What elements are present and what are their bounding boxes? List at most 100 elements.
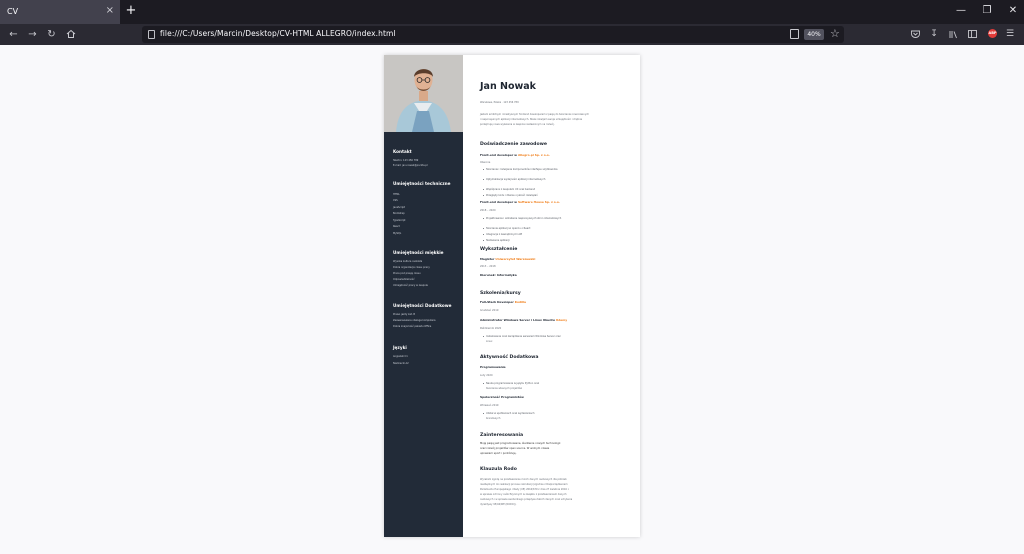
soft-item: Dobra organizacja czasu pracy <box>393 266 430 269</box>
close-window-button[interactable]: ✕ <box>1005 4 1021 18</box>
interests-title: Zainteresowania <box>480 433 524 438</box>
pocket-icon[interactable] <box>908 27 922 42</box>
extra-item: Zaawansowana obsługa komputera <box>393 319 436 322</box>
education-degree: Magister Uniwersytet Warszawski <box>480 257 535 261</box>
minimize-button[interactable]: — <box>953 4 969 18</box>
reader-view-icon[interactable] <box>790 29 799 39</box>
adblock-extension-icon[interactable]: ABP <box>988 29 997 38</box>
new-tab-button[interactable]: + <box>124 4 138 18</box>
course1-name: Full-Stack Developer <box>480 300 514 304</box>
course2-date: Październik 2020 <box>480 327 502 330</box>
course2: Administrator Windows Server i Linux Ubu… <box>480 318 567 322</box>
job2-company: Software House Sp. z o.o. <box>517 200 560 204</box>
job1-company: Allegro.pl Sp. z o.o. <box>517 153 550 157</box>
intro-line: Jestem ambitnym i kreatywnym frontend de… <box>480 113 590 116</box>
act1-date: Luty 2020 <box>480 374 493 377</box>
cv-name: Jan Nowak <box>480 81 536 92</box>
edu-degree: Magister <box>480 257 495 261</box>
rodo-line: dyrektywy 95/46/WE (RODO)). <box>480 503 517 506</box>
sidebar-icon[interactable] <box>965 27 979 42</box>
soft-item: Odpowiedzialność <box>393 278 415 281</box>
tab-cv[interactable]: CV × <box>0 0 120 24</box>
job1-date: Obecnie <box>480 161 491 164</box>
intro-line: i responsywnych aplikacji internetowych.… <box>480 118 583 121</box>
url-text[interactable]: file:///C:/Users/Marcin/Desktop/CV-HTML … <box>160 29 396 38</box>
course2-bullet-cont: Linux <box>486 340 493 343</box>
tech-item: React <box>393 225 400 228</box>
job1-bullet: Optymalizacja wydajności aplikacji inter… <box>482 178 546 181</box>
downloads-icon[interactable]: ↧ <box>927 27 941 42</box>
education-title: Wykształcenie <box>480 247 518 252</box>
soft-item: Umiejętność pracy w zespole <box>393 284 428 287</box>
job2-role: Front-end developer w <box>480 200 517 204</box>
act1-title: Programowanie <box>480 365 506 369</box>
act2-bullet: Udział w spotkaniach oraz wydarzeniach <box>482 412 535 415</box>
extra-item: Prawo jazdy kat. B <box>393 313 416 316</box>
tech-item: TypeScript <box>393 219 406 222</box>
act1-bullet: Nauka programowania w języku Python oraz <box>482 382 540 385</box>
back-arrow-icon[interactable]: ← <box>6 27 21 42</box>
navigation-toolbar: ← → ↻ file:///C:/Users/Marcin/Desktop/CV… <box>0 24 1024 45</box>
cv-sidebar: Kontakt Telefon: 123 456 789 E-mail: jan… <box>384 55 463 537</box>
interests-line: Moją pasją jest programowanie, śledzenie… <box>480 442 561 445</box>
rodo-line: osobowych i w sprawie swobodnego przepły… <box>480 498 573 501</box>
job2-bullet: Projektowanie i wdrażanie responsywnych … <box>482 217 562 220</box>
rodo-line: Parlamentu Europejskiego i Rady (UE) 201… <box>480 488 570 491</box>
rodo-line: niezbędnych do realizacji procesu rekrut… <box>480 483 568 486</box>
tab-close-icon[interactable]: × <box>106 5 114 17</box>
job1-bullet: Tworzenie i rozwijanie komponentów inter… <box>482 168 558 171</box>
rodo-title: Klauzula Rodo <box>480 467 517 472</box>
sidebar-tech-title: Umiejętności techniczne <box>393 181 451 186</box>
course2-name: Administrator Windows Server i Linux Ubu… <box>480 318 555 322</box>
home-icon[interactable] <box>63 27 78 42</box>
tech-item: CSS <box>393 199 398 202</box>
cv-document: Kontakt Telefon: 123 456 789 E-mail: jan… <box>384 55 640 537</box>
sidebar-contact-phone: Telefon: 123 456 789 <box>393 159 419 162</box>
course1-date: Grudzień 2019 <box>480 309 499 312</box>
job1-title: Front-end developer w Allegro.pl Sp. z o… <box>480 153 550 157</box>
act1-bullet-cont: tworzenie własnych projektów <box>486 387 523 390</box>
tech-item: Bootstrap <box>393 212 405 215</box>
interests-line: oraz rozwój projektów open source. W wol… <box>480 447 550 450</box>
course2-org: Udemy <box>555 318 568 322</box>
page-viewport: Kontakt Telefon: 123 456 789 E-mail: jan… <box>0 45 1024 554</box>
experience-title: Doświadczenie zawodowe <box>480 142 547 147</box>
tab-bar: CV × + — ❐ ✕ <box>0 0 1024 24</box>
extra-item: Dobra znajomość pakietu Office <box>393 325 432 328</box>
job2-date: 2018 – 2020 <box>480 209 496 212</box>
sidebar-lang-title: Języki <box>393 345 407 350</box>
sidebar-contact-email[interactable]: E-mail: jan.nowak@poczta.pl <box>393 164 428 167</box>
page-icon <box>148 30 155 39</box>
library-icon[interactable] <box>946 27 960 42</box>
intro-line: podejmuję nowe wyzwania w zespole nastaw… <box>480 123 555 126</box>
courses-title: Szkolenia/kursy <box>480 291 521 296</box>
job1-role: Front-end developer w <box>480 153 517 157</box>
lang-item: Niemiecki A2 <box>393 362 409 365</box>
rodo-line: w sprawie ochrony osób fizycznych w zwią… <box>480 493 567 496</box>
sidebar-contact-title: Kontakt <box>393 149 412 154</box>
maximize-button[interactable]: ❐ <box>979 4 995 18</box>
zoom-level[interactable]: 40% <box>804 29 824 40</box>
job2-bullet: Integracja z zewnętrznymi API <box>482 233 523 236</box>
bookmark-star-icon[interactable]: ☆ <box>830 27 840 41</box>
job2-bullet: Tworzenie aplikacji w oparciu o React <box>482 227 531 230</box>
interests-line: uprawiam sport i podróżuję. <box>480 452 517 455</box>
tab-title: CV <box>7 7 19 16</box>
job1-bullet: Współpraca z zespołem UX oraz backend <box>482 188 536 191</box>
soft-item: Wysoka kultura osobista <box>393 260 423 263</box>
address-bar[interactable]: file:///C:/Users/Marcin/Desktop/CV-HTML … <box>142 26 844 43</box>
act2-date: Wrzesień 2019 <box>480 404 499 407</box>
sidebar-soft-title: Umiejętności miękkie <box>393 250 444 255</box>
forward-arrow-icon[interactable]: → <box>25 27 40 42</box>
soft-item: Praca pod presją czasu <box>393 272 421 275</box>
cv-main: Jan Nowak Warszawa, Polska · 123 456 789… <box>463 55 640 537</box>
reload-icon[interactable]: ↻ <box>44 27 59 42</box>
menu-icon[interactable]: ☰ <box>1003 27 1017 42</box>
profile-photo <box>384 55 463 132</box>
course1: Full-Stack Developer Kodilla <box>480 300 526 304</box>
course2-bullet: Instalowanie oraz zarządzanie serwerem W… <box>483 335 561 338</box>
rodo-line: Wyrażam zgodę na przetwarzanie moich dan… <box>480 478 567 481</box>
job2-bullet: Testowanie aplikacji <box>483 239 510 242</box>
activity-title: Aktywność Dodatkowa <box>480 355 539 360</box>
lang-item: Angielski C1 <box>393 355 408 358</box>
